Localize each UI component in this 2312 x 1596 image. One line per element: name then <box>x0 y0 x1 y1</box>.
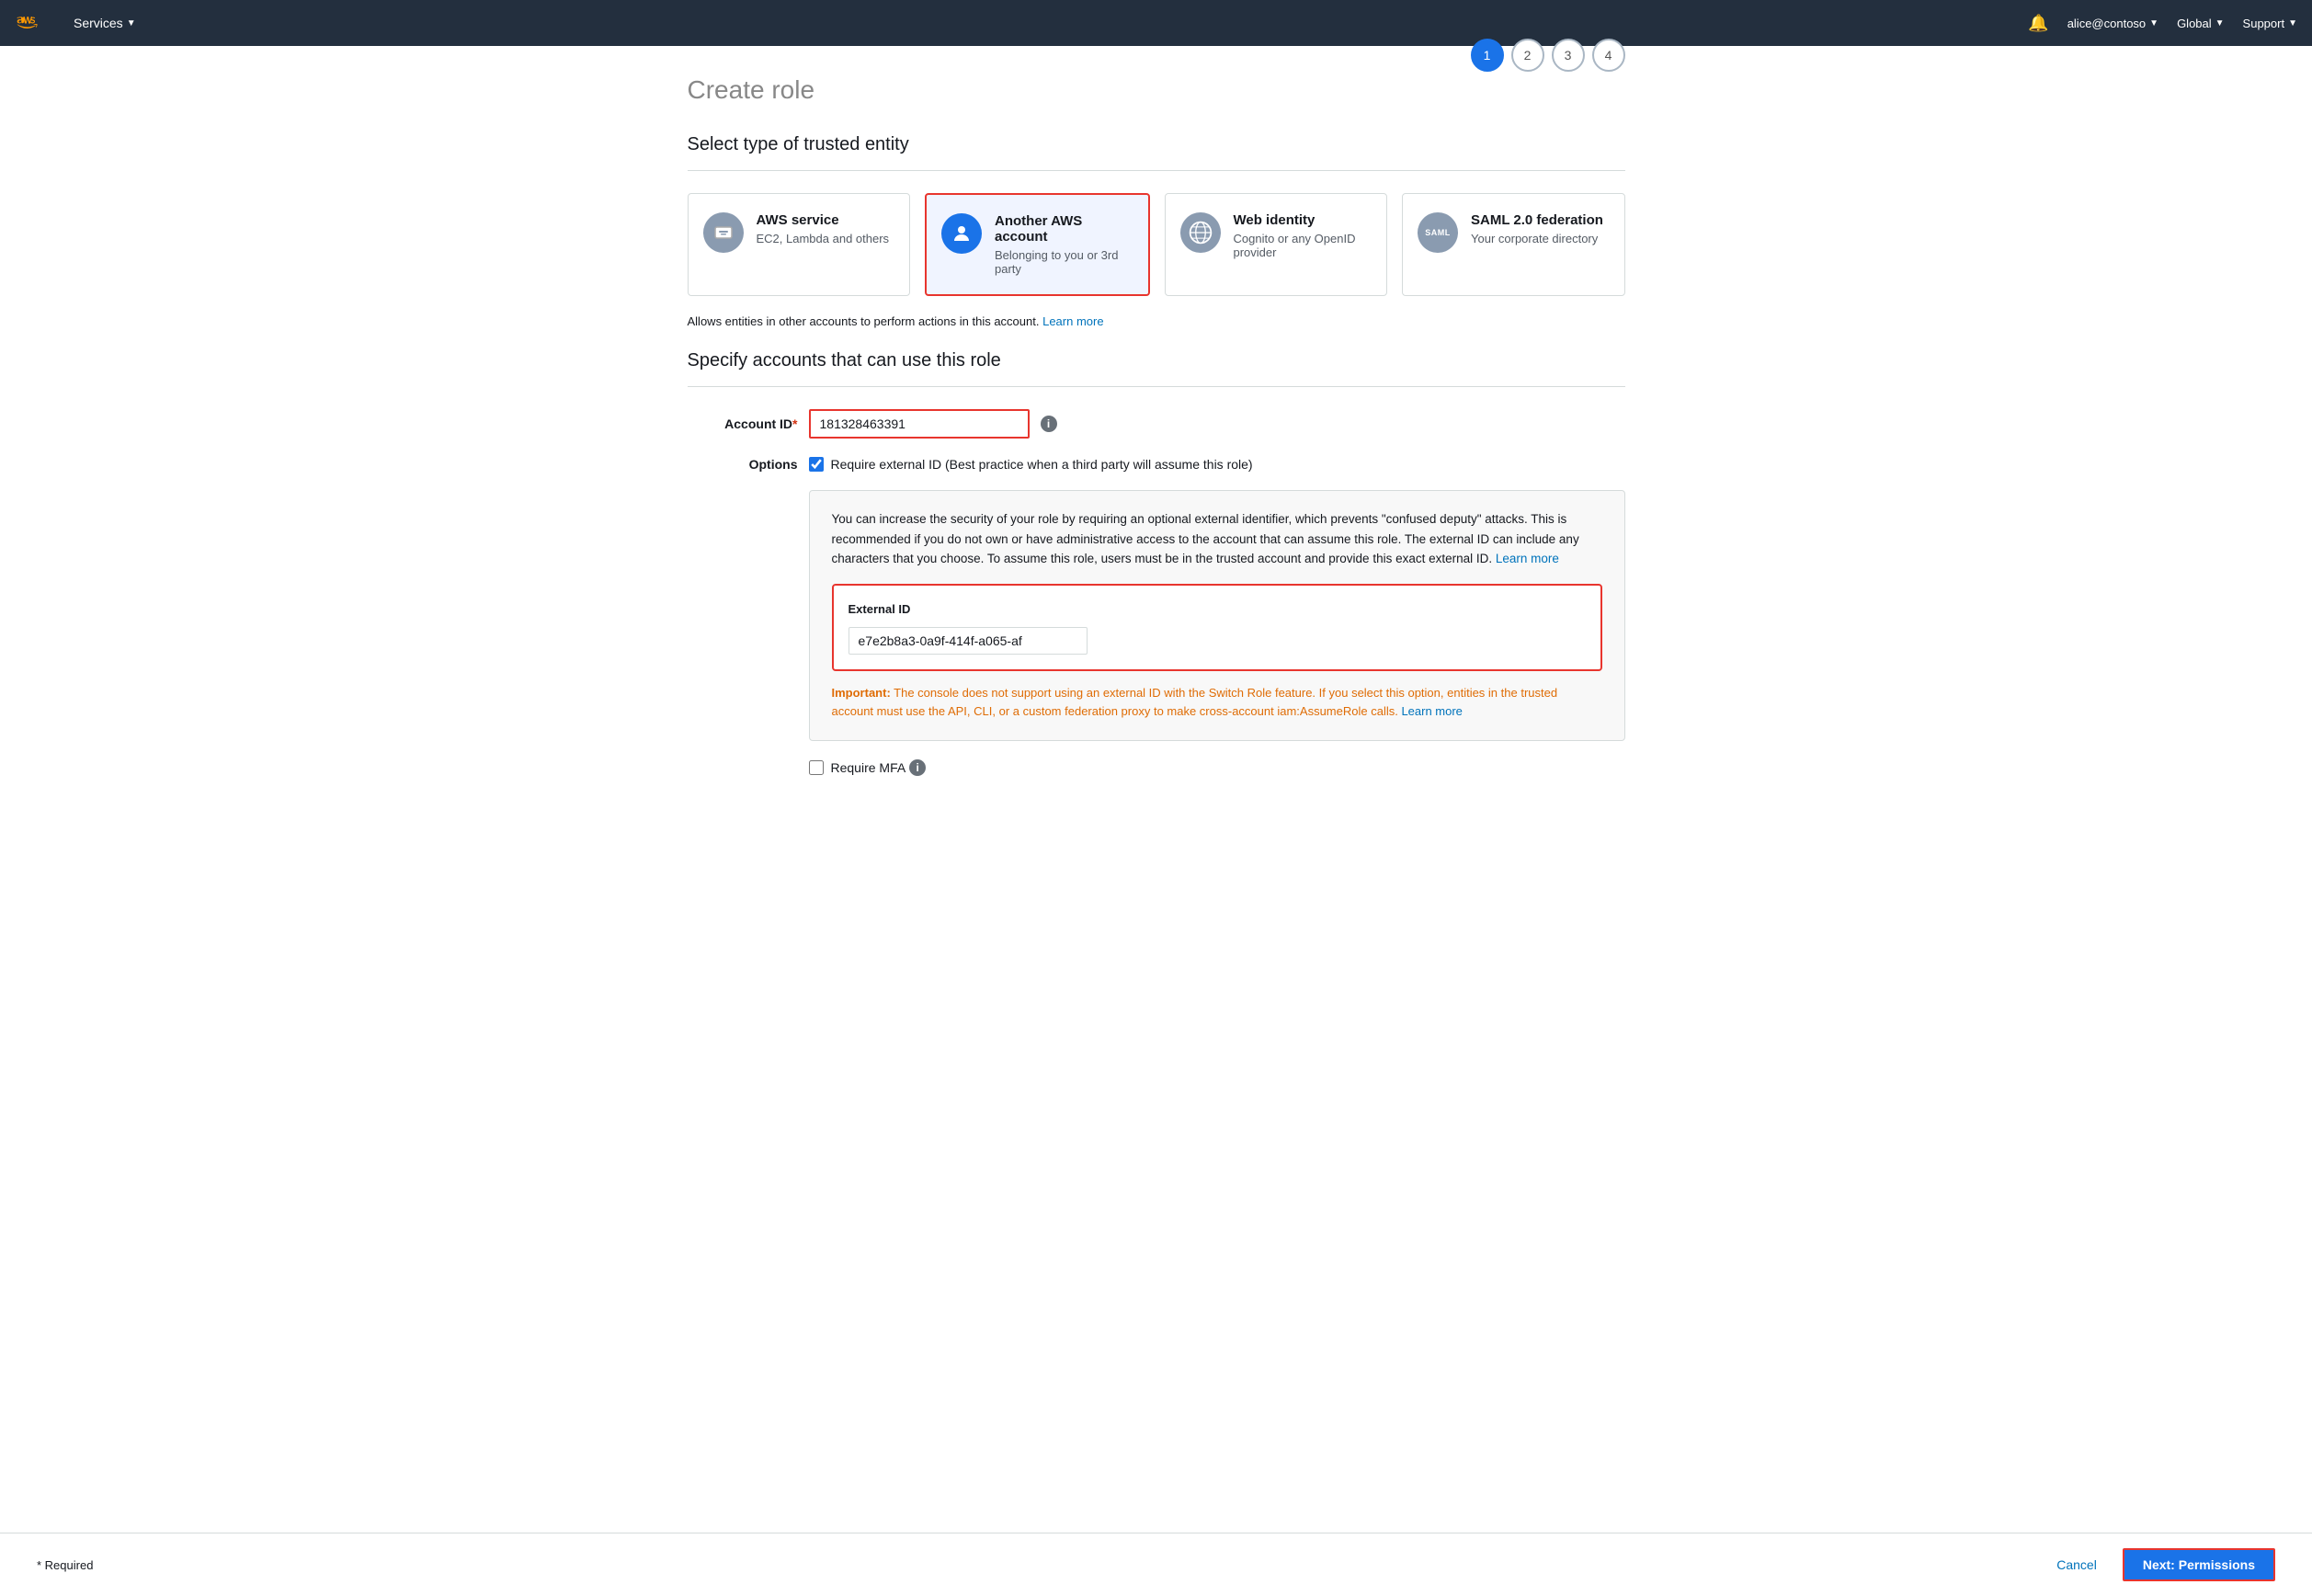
entity-info-text: Allows entities in other accounts to per… <box>688 314 1625 328</box>
account-id-row: Account ID* i <box>688 409 1625 439</box>
services-chevron-icon: ▼ <box>127 18 136 28</box>
required-note: * Required <box>37 1558 93 1572</box>
step-4[interactable]: 4 <box>1592 39 1625 72</box>
saml-title: SAML 2.0 federation <box>1471 212 1603 228</box>
saml-subtitle: Your corporate directory <box>1471 232 1603 245</box>
info-box-text: You can increase the security of your ro… <box>832 512 1579 565</box>
region-chevron-icon: ▼ <box>2215 18 2225 28</box>
services-menu[interactable]: Services ▼ <box>74 16 136 30</box>
web-identity-text: Web identity Cognito or any OpenID provi… <box>1234 212 1372 259</box>
page-title: Create role <box>688 75 815 105</box>
step-1[interactable]: 1 <box>1471 39 1504 72</box>
learn-more-link-3[interactable]: Learn more <box>1401 704 1462 718</box>
another-account-icon <box>941 213 982 254</box>
aws-service-icon <box>703 212 744 253</box>
important-warning: Important: The console does not support … <box>832 684 1602 723</box>
another-account-text: Another AWS account Belonging to you or … <box>995 213 1133 276</box>
require-external-id-label: Require external ID (Best practice when … <box>831 457 1253 472</box>
support-label: Support <box>2243 17 2285 30</box>
options-row: Options Require external ID (Best practi… <box>688 457 1625 472</box>
main-content: Create role 1 2 3 4 Select type of trust… <box>651 46 1662 879</box>
navbar-right: 🔔 alice@contoso ▼ Global ▼ Support ▼ <box>2028 14 2297 33</box>
aws-service-subtitle: EC2, Lambda and others <box>757 232 890 245</box>
external-id-label: External ID <box>848 600 1586 620</box>
user-menu[interactable]: alice@contoso ▼ <box>2067 17 2158 30</box>
external-id-info-box: You can increase the security of your ro… <box>809 490 1625 741</box>
aws-service-text: AWS service EC2, Lambda and others <box>757 212 890 245</box>
services-label: Services <box>74 16 123 30</box>
web-identity-icon <box>1180 212 1221 253</box>
aws-logo[interactable] <box>15 11 51 35</box>
entity-card-web-identity[interactable]: Web identity Cognito or any OpenID provi… <box>1165 193 1388 296</box>
require-external-id-option[interactable]: Require external ID (Best practice when … <box>809 457 1253 472</box>
region-menu[interactable]: Global ▼ <box>2177 17 2224 30</box>
footer: * Required Cancel Next: Permissions <box>0 1533 2312 1596</box>
options-label: Options <box>688 457 798 472</box>
learn-more-link-2[interactable]: Learn more <box>1496 552 1559 565</box>
divider-2 <box>688 386 1625 387</box>
footer-buttons: Cancel Next: Permissions <box>2042 1548 2275 1581</box>
cancel-button[interactable]: Cancel <box>2042 1548 2112 1581</box>
navbar: Services ▼ 🔔 alice@contoso ▼ Global ▼ Su… <box>0 0 2312 46</box>
section2-header: Specify accounts that can use this role <box>688 350 1625 371</box>
web-identity-subtitle: Cognito or any OpenID provider <box>1234 232 1372 259</box>
step-2[interactable]: 2 <box>1511 39 1544 72</box>
next-permissions-button[interactable]: Next: Permissions <box>2123 1548 2275 1581</box>
mfa-info-icon[interactable]: i <box>909 759 926 776</box>
external-id-box: External ID <box>832 584 1602 671</box>
account-id-info-icon[interactable]: i <box>1041 416 1057 432</box>
step-progress: 1 2 3 4 <box>1471 39 1625 72</box>
saml-icon: SAML <box>1418 212 1458 253</box>
web-identity-title: Web identity <box>1234 212 1372 228</box>
saml-text: SAML 2.0 federation Your corporate direc… <box>1471 212 1603 245</box>
account-id-input[interactable] <box>809 409 1030 439</box>
step-3[interactable]: 3 <box>1552 39 1585 72</box>
entity-card-saml[interactable]: SAML SAML 2.0 federation Your corporate … <box>1402 193 1625 296</box>
support-menu[interactable]: Support ▼ <box>2243 17 2297 30</box>
entity-card-another-aws-account[interactable]: Another AWS account Belonging to you or … <box>925 193 1150 296</box>
account-id-label: Account ID* <box>688 416 798 431</box>
entity-card-aws-service[interactable]: AWS service EC2, Lambda and others <box>688 193 911 296</box>
section1-header: Select type of trusted entity <box>688 134 1625 155</box>
external-id-input[interactable] <box>848 627 1088 655</box>
require-external-id-checkbox[interactable] <box>809 457 824 472</box>
require-mfa-checkbox[interactable] <box>809 760 824 775</box>
important-prefix: Important: <box>832 686 891 700</box>
aws-service-title: AWS service <box>757 212 890 228</box>
divider-1 <box>688 170 1625 171</box>
user-label: alice@contoso <box>2067 17 2146 30</box>
region-label: Global <box>2177 17 2212 30</box>
mfa-label: Require MFA i <box>831 759 927 776</box>
support-chevron-icon: ▼ <box>2288 18 2297 28</box>
another-account-subtitle: Belonging to you or 3rd party <box>995 248 1133 276</box>
mfa-row: Require MFA i <box>809 759 1625 776</box>
learn-more-link-1[interactable]: Learn more <box>1042 314 1103 328</box>
user-chevron-icon: ▼ <box>2149 18 2158 28</box>
entity-type-cards: AWS service EC2, Lambda and others Anoth… <box>688 193 1625 296</box>
bell-icon[interactable]: 🔔 <box>2028 14 2048 33</box>
another-account-title: Another AWS account <box>995 213 1133 245</box>
